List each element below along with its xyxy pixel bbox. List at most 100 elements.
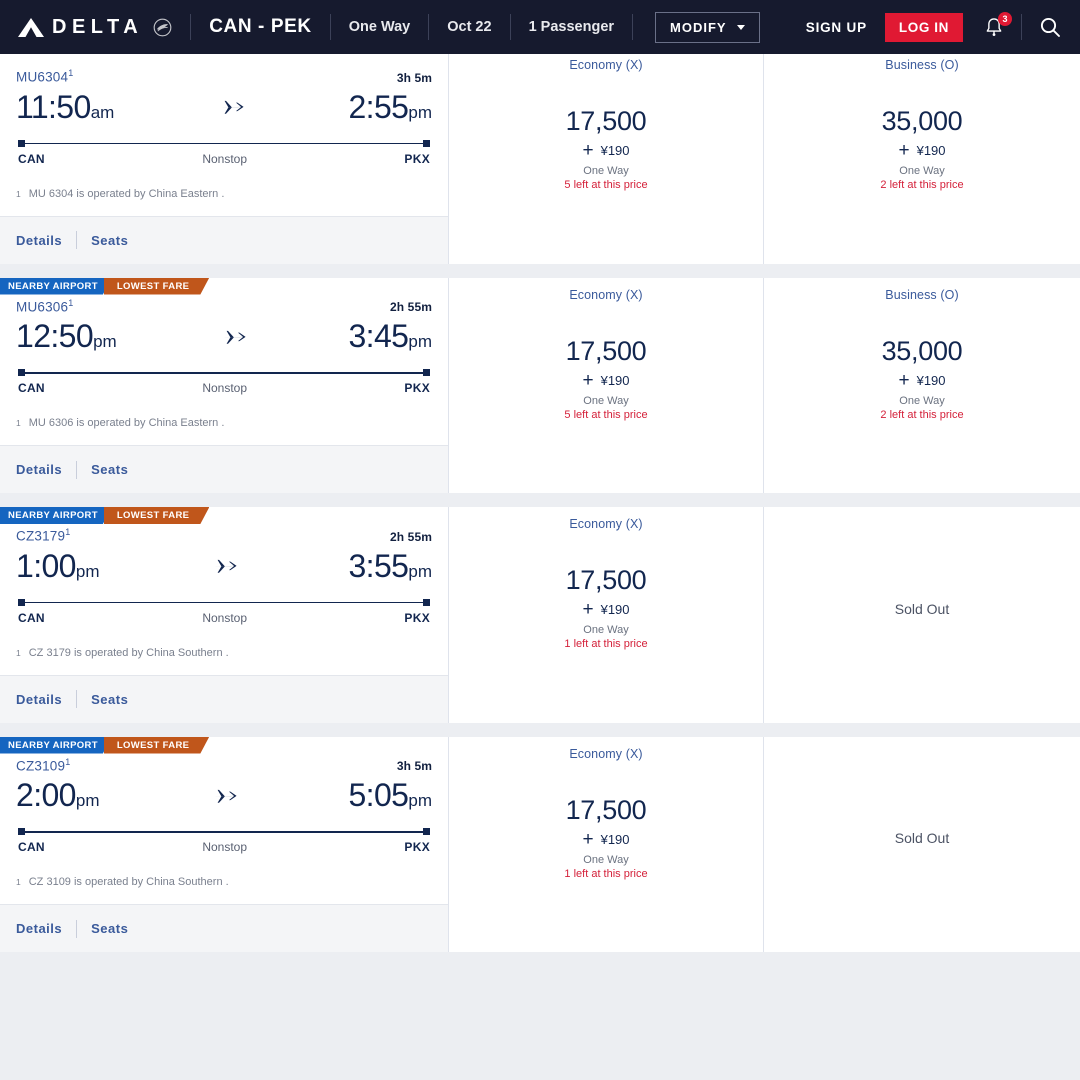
seats-link[interactable]: Seats [77, 921, 142, 936]
flight-result-row: NEARBY AIRPORT LOWEST FARE MU63061 2h 55… [0, 277, 1080, 493]
flight-header-line: CZ31791 2h 55m [16, 527, 432, 544]
operated-by-text: CZ 3179 is operated by China Southern . [28, 646, 229, 659]
fare-trip-type: One Way [899, 394, 945, 407]
flight-actions: Details Seats [0, 215, 448, 264]
cabin-label: Economy (X) [569, 746, 643, 761]
delta-logo[interactable]: DELTA [18, 17, 172, 37]
cabin-label: Business (O) [885, 287, 959, 302]
cash-surcharge: + ¥190 [582, 371, 629, 390]
delta-triangle-icon [18, 17, 44, 37]
cash-surcharge: + ¥190 [582, 141, 629, 160]
log-in-button[interactable]: LOG IN [884, 12, 963, 42]
origin-marker [18, 828, 25, 835]
seats-link[interactable]: Seats [77, 692, 142, 707]
cabin-label: Economy (X) [569, 58, 643, 72]
operated-by-note: 1 CZ 3109 is operated by China Southern … [16, 876, 432, 888]
miles-amount: 17,500 [565, 794, 647, 825]
seats-link[interactable]: Seats [77, 233, 142, 248]
badge-nearby-airport: NEARBY AIRPORT [0, 278, 112, 295]
badge-nearby-airport: NEARBY AIRPORT [0, 737, 112, 754]
travel-date-label: Oct 22 [447, 19, 492, 35]
flight-summary: MU63061 2h 55m 12:50pm 3:45pm CAN Nonsto… [0, 277, 449, 493]
origin-airport-code: CAN [18, 840, 45, 854]
badge-lowest-fare: LOWEST FARE [104, 507, 209, 524]
seats-left-warning: 1 left at this price [564, 638, 648, 651]
origin-airport-code: CAN [18, 381, 45, 395]
seats-left-warning: 5 left at this price [564, 408, 648, 421]
miles-amount: 17,500 [565, 106, 647, 137]
origin-marker [18, 139, 25, 147]
flight-times: 11:50am 2:55pm [16, 89, 432, 126]
flight-number[interactable]: CZ31791 [16, 527, 70, 544]
cash-amount: ¥190 [600, 372, 630, 388]
fare-price-block: 17,500 + ¥190 One Way 1 left at this pri… [564, 565, 647, 688]
operated-by-text: MU 6304 is operated by China Eastern . [28, 187, 225, 200]
operated-by-text: CZ 3109 is operated by China Southern . [28, 876, 229, 888]
plus-icon: + [582, 140, 594, 162]
fare-cell[interactable]: Business (O) 35,000 + ¥190 One Way 2 lef… [763, 54, 1080, 264]
flight-result-row: NEARBY AIRPORT LOWEST FARE CZ31091 3h 5m… [0, 736, 1080, 952]
details-link[interactable]: Details [16, 692, 76, 707]
fare-price-block: 35,000 + ¥190 One Way 2 left at this pri… [880, 106, 963, 229]
operated-by-note: 1 MU 6304 is operated by China Eastern . [16, 188, 432, 200]
details-link[interactable]: Details [16, 462, 76, 477]
flight-duration: 3h 5m [396, 759, 432, 773]
departure-time: 2:00pm [16, 777, 100, 813]
operated-by-note: 1 MU 6306 is operated by China Eastern . [16, 417, 432, 429]
destination-airport-code: PKX [404, 381, 430, 395]
plus-icon: + [898, 369, 910, 391]
destination-marker [423, 828, 430, 835]
fare-trip-type: One Way [583, 165, 629, 178]
flight-duration: 2h 55m [390, 529, 432, 544]
cabin-label: Economy (X) [569, 517, 643, 531]
route-label: CAN - PEK [209, 16, 312, 37]
plus-icon: + [582, 599, 594, 621]
flight-actions: Details Seats [0, 904, 448, 952]
notifications-button[interactable]: 3 [983, 12, 1012, 39]
fare-trip-type: One Way [899, 165, 945, 178]
modify-search-button[interactable]: MODIFY [655, 11, 760, 43]
destination-marker [423, 139, 430, 147]
destination-airport-code: PKX [404, 610, 430, 625]
fare-cell[interactable]: Economy (X) 17,500 + ¥190 One Way 1 left… [449, 736, 763, 952]
flight-number[interactable]: CZ31091 [16, 757, 70, 774]
fare-cell[interactable]: Economy (X) 17,500 + ¥190 One Way 5 left… [449, 54, 763, 264]
fare-cell[interactable]: Economy (X) 17,500 + ¥190 One Way 1 left… [449, 507, 763, 723]
route-progress-bar: CAN Nonstop PKX [16, 361, 432, 395]
sign-up-button[interactable]: SIGN UP [788, 20, 885, 35]
destination-marker [423, 369, 430, 376]
flight-summary: CZ31791 2h 55m 1:00pm 3:55pm CAN Nonstop… [0, 507, 449, 723]
search-button[interactable] [1021, 14, 1062, 40]
fare-cell[interactable]: Business (O) 35,000 + ¥190 One Way 2 lef… [763, 277, 1080, 493]
details-link[interactable]: Details [16, 921, 76, 936]
footnote-marker: 1 [16, 877, 21, 887]
delta-wordmark: DELTA [52, 16, 144, 38]
flight-summary: CZ31091 3h 5m 2:00pm 5:05pm CAN Nonstop … [0, 736, 449, 952]
airplane-icon [220, 100, 244, 114]
arrival-time: 2:55pm [348, 88, 432, 125]
cash-amount: ¥190 [916, 372, 946, 388]
fare-trip-type: One Way [583, 394, 629, 407]
flight-result-row: NEARBY AIRPORT LOWEST FARE CZ31791 2h 55… [0, 507, 1080, 723]
stops-label: Nonstop [202, 610, 248, 625]
cash-surcharge: + ¥190 [582, 600, 629, 619]
miles-amount: 35,000 [881, 106, 963, 137]
cash-surcharge: + ¥190 [898, 371, 945, 390]
fare-trip-type: One Way [583, 853, 629, 866]
operated-by-text: MU 6306 is operated by China Eastern . [28, 417, 225, 429]
flight-duration: 2h 55m [390, 300, 432, 314]
flight-number[interactable]: MU63061 [16, 298, 73, 315]
flight-actions: Details Seats [0, 445, 448, 493]
fare-cell[interactable]: Economy (X) 17,500 + ¥190 One Way 5 left… [449, 277, 763, 493]
header-divider [190, 14, 192, 40]
header-divider [509, 14, 511, 40]
flight-header-line: MU63041 3h 5m [16, 68, 432, 85]
seats-link[interactable]: Seats [77, 462, 142, 477]
details-link[interactable]: Details [16, 233, 76, 248]
destination-airport-code: PKX [404, 151, 430, 166]
badge-lowest-fare: LOWEST FARE [104, 737, 209, 754]
flight-number[interactable]: MU63041 [16, 68, 73, 85]
header-divider [329, 14, 331, 40]
origin-marker [18, 369, 25, 376]
flight-times: 1:00pm 3:55pm [16, 548, 432, 585]
